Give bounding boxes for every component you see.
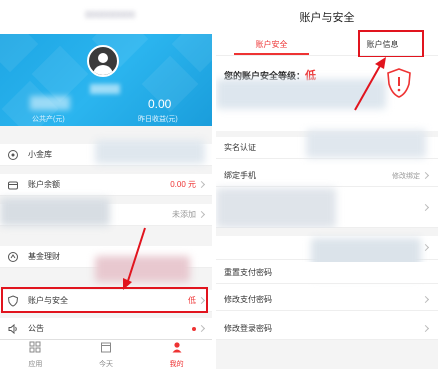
right-screen: 账户与安全 账户安全 账户信息 您的账户安全等级：低 实名认证 绑定手机 修改绑… (216, 0, 438, 369)
piggy-icon (6, 148, 20, 162)
avatar[interactable] (87, 45, 119, 77)
row-bind-phone[interactable]: 绑定手机 修改绑定 (216, 165, 438, 187)
row-label: 修改支付密码 (224, 295, 272, 304)
tab-label: 应用 (28, 361, 43, 368)
tab-apps[interactable]: 应用 (0, 340, 71, 369)
blurred-region (216, 188, 336, 228)
unread-dot (192, 324, 206, 333)
tab-account-security[interactable]: 账户安全 (216, 34, 327, 55)
menu-label: 公告 (28, 324, 44, 333)
pointer-arrow (123, 227, 146, 290)
user-icon (171, 340, 183, 358)
wallet-icon (6, 178, 20, 192)
fund-icon (6, 250, 20, 264)
tab-mine[interactable]: 我的 (141, 340, 212, 369)
page-title: 账户与安全 (299, 12, 355, 24)
row-reset-pay-password[interactable]: 重置支付密码 (216, 262, 438, 284)
row-change-login-password[interactable]: 修改登录密码 (216, 318, 438, 340)
menu-label: 基金理财 (28, 252, 60, 261)
left-screen: 000000000 0.00 公共产(元) 昨日收益(元) 小金库 账户余额 0… (0, 0, 212, 369)
menu-item-balance[interactable]: 账户余额 0.00 元 (0, 174, 212, 196)
total-assets-label: 公共产(元) (32, 116, 65, 123)
row-change-pay-password[interactable]: 修改支付密码 (216, 289, 438, 311)
tab-today[interactable]: 今天 (71, 340, 142, 369)
row-label: 实名认证 (224, 143, 256, 152)
bank-card-status: 未添加 (172, 209, 206, 220)
menu-label: 账户余额 (28, 180, 60, 189)
grid-icon (29, 340, 41, 358)
highlight-box (1, 287, 208, 313)
tab-label: 我的 (169, 361, 184, 368)
menu-item-announcement[interactable]: 公告 (0, 318, 212, 340)
speaker-icon (6, 322, 20, 336)
yesterday-earnings-label: 昨日收益(元) (138, 116, 178, 123)
blurred-phone-title: 000000000 (84, 10, 136, 21)
yesterday-earnings-value: 0.00 (148, 97, 172, 111)
balance-value: 0.00 元 (170, 179, 206, 190)
row-label: 绑定手机 (224, 171, 256, 180)
bottom-tab-bar: 应用 今天 我的 (0, 339, 212, 369)
row-label: 修改登录密码 (224, 324, 272, 333)
blurred-region (306, 130, 426, 158)
row-label: 重置支付密码 (224, 268, 272, 277)
highlight-box (358, 30, 424, 58)
menu-label: 小金库 (28, 150, 52, 159)
row-value: 修改绑定 (392, 171, 430, 181)
profile-header: 0.00 公共产(元) 昨日收益(元) (0, 34, 212, 126)
blurred-region (95, 140, 205, 164)
pointer-arrow (354, 57, 386, 111)
blurred-asset-value (30, 96, 70, 110)
status-bar: 000000000 (0, 0, 212, 34)
tab-label: 今天 (99, 361, 113, 368)
calendar-icon (100, 340, 112, 358)
blurred-username (90, 84, 120, 94)
blurred-region (0, 198, 110, 226)
